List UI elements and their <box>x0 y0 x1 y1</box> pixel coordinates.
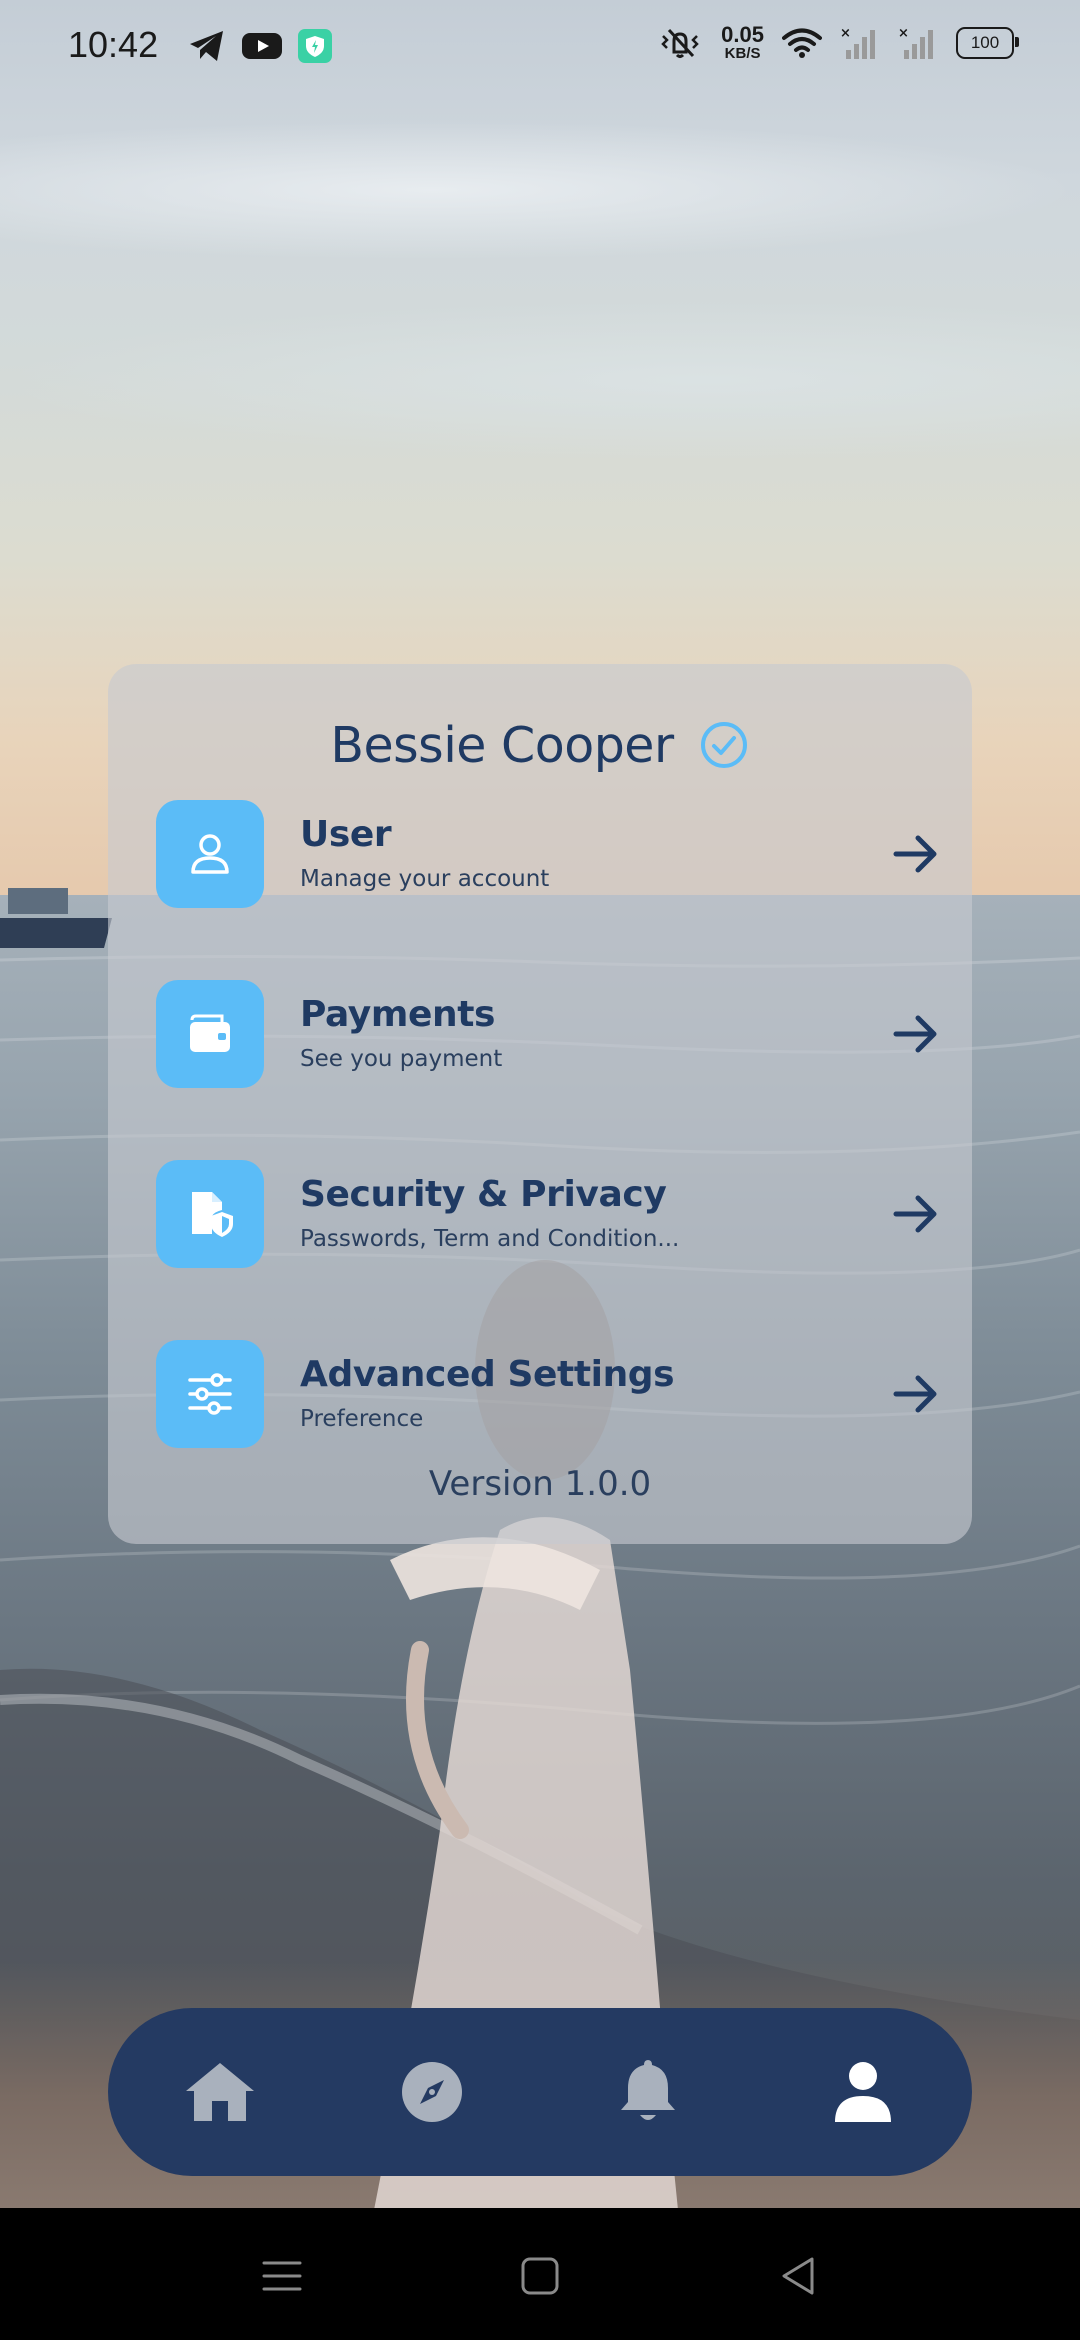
battery-icon: 100 <box>956 26 1019 59</box>
nav-notifications[interactable] <box>612 2056 684 2128</box>
menu-subtitle: See you payment <box>300 1046 503 1072</box>
signal-icon: × <box>840 26 875 59</box>
profile-icon <box>835 2062 891 2122</box>
user-icon <box>191 834 229 874</box>
menu-icon-bg <box>156 1160 264 1268</box>
menu-item-security[interactable]: Security & Privacy Passwords, Term and C… <box>156 1160 942 1268</box>
svg-text:×: × <box>898 26 909 41</box>
signal-icon: × <box>898 26 933 59</box>
wallet-icon <box>190 1014 230 1052</box>
youtube-icon <box>242 33 282 59</box>
profile-card: Bessie Cooper User Manage your account P… <box>108 664 972 1544</box>
nav-home[interactable] <box>184 2056 256 2128</box>
menu-icon-bg <box>156 800 264 908</box>
status-left-icons <box>188 29 332 63</box>
nav-profile[interactable] <box>827 2056 899 2128</box>
arrow-right-icon <box>893 1015 937 1053</box>
svg-text:×: × <box>840 26 851 41</box>
arrow-right-icon <box>893 835 937 873</box>
menu-icon-bg <box>156 980 264 1088</box>
check-circle-icon <box>700 722 747 768</box>
status-time: 10:42 <box>68 24 159 65</box>
back-icon[interactable] <box>776 2254 820 2298</box>
menu-title: Security & Privacy <box>300 1174 667 1215</box>
menu-item-payments[interactable]: Payments See you payment <box>156 980 942 1088</box>
menu-subtitle: Passwords, Term and Condition... <box>300 1226 680 1252</box>
background-cloud <box>0 120 1080 260</box>
arrow-right-icon <box>893 1195 937 1233</box>
network-speed-value: 0.05 <box>721 22 764 47</box>
system-nav-bar <box>0 2208 1080 2340</box>
vpn-shield-icon <box>298 29 332 63</box>
sliders-icon <box>188 1373 232 1415</box>
document-shield-icon <box>192 1192 233 1237</box>
menu-item-advanced-settings[interactable]: Advanced Settings Preference <box>156 1340 942 1448</box>
menu-title: Advanced Settings <box>300 1354 675 1395</box>
version-label: Version 1.0.0 <box>428 1464 652 1504</box>
nav-explore[interactable] <box>396 2056 468 2128</box>
menu-subtitle: Manage your account <box>300 866 550 892</box>
arrow-right-icon <box>893 1375 937 1413</box>
menu-subtitle: Preference <box>300 1406 424 1432</box>
menu-item-user[interactable]: User Manage your account <box>156 800 942 908</box>
wifi-icon <box>782 28 822 58</box>
menu-icon-bg <box>156 1340 264 1448</box>
menu-title: Payments <box>300 994 496 1035</box>
bell-icon <box>621 2060 675 2120</box>
vibrate-off-icon <box>661 28 699 58</box>
boat-graphic <box>0 888 112 948</box>
menu-icon[interactable] <box>260 2254 304 2298</box>
user-name: Bessie Cooper <box>330 716 674 774</box>
telegram-icon <box>190 31 223 61</box>
screen: 10:42 0.05 KB/S × × 100 Bessie Cooper Us… <box>0 0 1080 2340</box>
status-bar: 10:42 0.05 KB/S × × 100 <box>0 0 1080 96</box>
compass-icon <box>402 2062 462 2122</box>
home-square-icon[interactable] <box>518 2254 562 2298</box>
status-right-icons: 0.05 KB/S × × 100 <box>657 22 1019 62</box>
network-speed-unit: KB/S <box>724 45 761 62</box>
profile-header: Bessie Cooper <box>108 700 972 790</box>
battery-level: 100 <box>970 32 1000 52</box>
network-speed: 0.05 KB/S <box>721 22 764 62</box>
background-cloud <box>0 300 1080 460</box>
menu-title: User <box>300 814 392 855</box>
home-icon <box>186 2063 254 2121</box>
bottom-nav <box>108 2008 972 2176</box>
